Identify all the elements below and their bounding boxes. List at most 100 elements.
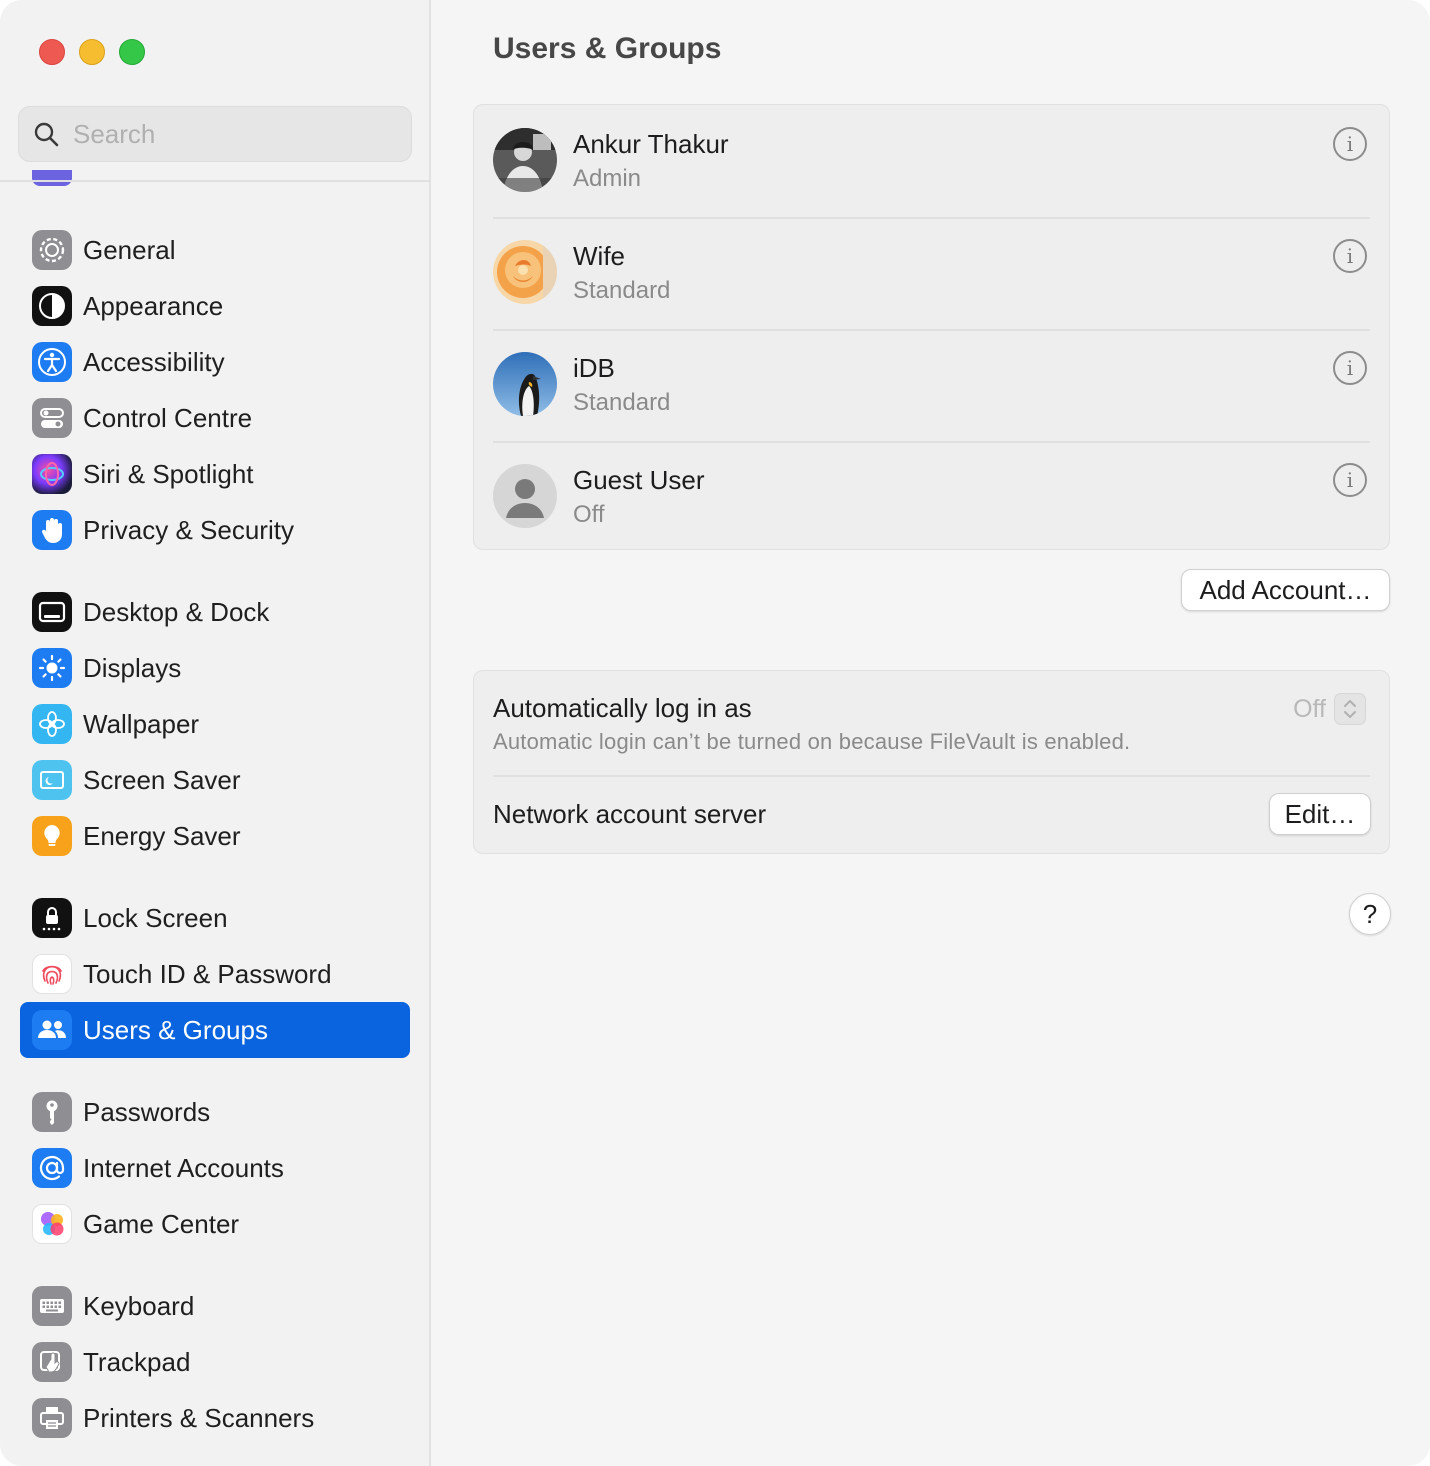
sidebar-item-label: Internet Accounts bbox=[83, 1152, 284, 1183]
sidebar-item-touch-id-password[interactable]: Touch ID & Password bbox=[20, 946, 410, 1002]
printer-icon bbox=[32, 1398, 72, 1438]
add-account-button[interactable]: Add Account… bbox=[1181, 569, 1390, 611]
user-role: Admin bbox=[573, 165, 642, 192]
zoom-button[interactable] bbox=[119, 39, 145, 65]
sidebar-item-label: Displays bbox=[83, 652, 182, 683]
info-icon[interactable]: i bbox=[1333, 351, 1367, 385]
user-role: Off bbox=[573, 501, 605, 528]
sidebar-item-internet-accounts[interactable]: Internet Accounts bbox=[20, 1140, 410, 1196]
search-icon bbox=[34, 122, 59, 147]
user-name: Ankur Thakur bbox=[573, 129, 729, 159]
users-icon bbox=[32, 1010, 72, 1050]
sidebar-item-privacy-security[interactable]: Privacy & Security bbox=[20, 502, 410, 558]
sidebar-group: Lock Screen Touch ID & Password Users & … bbox=[20, 890, 410, 1058]
sidebar-item-label: Trackpad bbox=[83, 1346, 191, 1377]
key-icon bbox=[32, 1092, 72, 1132]
sidebar-item-label: Appearance bbox=[83, 290, 224, 321]
user-name: Wife bbox=[573, 241, 625, 271]
sidebar-item-energy-saver[interactable]: Energy Saver bbox=[20, 808, 410, 864]
dock-icon bbox=[32, 592, 72, 632]
search-input[interactable] bbox=[73, 118, 393, 150]
sidebar-group: Desktop & Dock Displays Wallpaper Screen… bbox=[20, 584, 410, 864]
sidebar-item-passwords[interactable]: Passwords bbox=[20, 1084, 410, 1140]
login-settings: Automatically log in as Automatic login … bbox=[473, 670, 1390, 854]
sidebar-group: Passwords Internet Accounts Game Center bbox=[20, 1084, 410, 1252]
divider bbox=[493, 775, 1370, 777]
sidebar-item-accessibility[interactable]: Accessibility bbox=[20, 334, 410, 390]
siri-icon bbox=[32, 454, 72, 494]
appearance-icon bbox=[32, 286, 72, 326]
traffic-lights bbox=[39, 39, 145, 65]
sidebar-item-appearance[interactable]: Appearance bbox=[20, 278, 410, 334]
bulb-icon bbox=[32, 816, 72, 856]
minimize-button[interactable] bbox=[79, 39, 105, 65]
accessibility-icon bbox=[32, 342, 72, 382]
user-name: Guest User bbox=[573, 465, 705, 495]
sidebar-item-label: Printers & Scanners bbox=[83, 1402, 315, 1433]
sidebar-item-label: Game Center bbox=[83, 1208, 240, 1239]
flower-icon bbox=[32, 704, 72, 744]
sidebar-item-trackpad[interactable]: Trackpad bbox=[20, 1334, 410, 1390]
sidebar-group: General Appearance Accessibility Control… bbox=[20, 222, 410, 558]
sidebar-item-label: Passwords bbox=[83, 1096, 211, 1127]
sidebar-item-users-groups[interactable]: Users & Groups bbox=[20, 1002, 410, 1058]
auto-login-select[interactable]: Off bbox=[1293, 693, 1366, 725]
penguin-avatar bbox=[493, 352, 557, 416]
sidebar-item-general[interactable]: General bbox=[20, 222, 410, 278]
sidebar-item-label: Siri & Spotlight bbox=[83, 458, 254, 489]
auto-login-value: Off bbox=[1293, 694, 1326, 723]
sidebar-item-control-centre[interactable]: Control Centre bbox=[20, 390, 410, 446]
at-icon bbox=[32, 1148, 72, 1188]
sidebar-nav: General Appearance Accessibility Control… bbox=[20, 222, 410, 1466]
sidebar: General Appearance Accessibility bbox=[0, 0, 431, 1466]
sidebar-item-label: Users & Groups bbox=[83, 1014, 268, 1045]
user-row[interactable]: Ankur Thakur Admin i bbox=[474, 105, 1389, 217]
page-title: Users & Groups bbox=[493, 32, 722, 65]
sidebar-item-lock-screen[interactable]: Lock Screen bbox=[20, 890, 410, 946]
trackpad-icon bbox=[32, 1342, 72, 1382]
sidebar-item-game-center[interactable]: Game Center bbox=[20, 1196, 410, 1252]
keyboard-icon bbox=[32, 1286, 72, 1326]
info-icon[interactable]: i bbox=[1333, 463, 1367, 497]
hand-icon bbox=[32, 510, 72, 550]
network-server-label: Network account server bbox=[493, 799, 767, 829]
auto-login-label: Automatically log in as bbox=[493, 693, 752, 723]
rose-avatar bbox=[493, 240, 557, 304]
users-list: Ankur Thakur Admin i Wife Standard i iDB… bbox=[473, 104, 1390, 550]
sidebar-item-label: Privacy & Security bbox=[83, 514, 294, 545]
partially-hidden-icon bbox=[32, 170, 72, 186]
user-name: iDB bbox=[573, 353, 615, 383]
settings-window: General Appearance Accessibility bbox=[0, 0, 1430, 1466]
help-button[interactable]: ? bbox=[1349, 893, 1391, 935]
sidebar-item-siri-spotlight[interactable]: Siri & Spotlight bbox=[20, 446, 410, 502]
user-role: Standard bbox=[573, 389, 671, 416]
sidebar-item-desktop-dock[interactable]: Desktop & Dock bbox=[20, 584, 410, 640]
user-row[interactable]: Wife Standard i bbox=[474, 217, 1389, 329]
sidebar-item-label: Control Centre bbox=[83, 402, 253, 433]
search-divider bbox=[0, 180, 431, 182]
info-icon[interactable]: i bbox=[1333, 127, 1367, 161]
sidebar-item-label: Wallpaper bbox=[83, 708, 200, 739]
sidebar-item-label: Keyboard bbox=[83, 1290, 195, 1321]
edit-network-server-button[interactable]: Edit… bbox=[1269, 793, 1371, 835]
sidebar-item-label: Energy Saver bbox=[83, 820, 241, 851]
info-icon[interactable]: i bbox=[1333, 239, 1367, 273]
lock-icon bbox=[32, 898, 72, 938]
sidebar-item-label: Desktop & Dock bbox=[83, 596, 270, 627]
user-role: Standard bbox=[573, 277, 671, 304]
user-row[interactable]: Guest User Off i bbox=[474, 441, 1389, 553]
sidebar-item-printers-scanners[interactable]: Printers & Scanners bbox=[20, 1390, 410, 1446]
sidebar-item-keyboard[interactable]: Keyboard bbox=[20, 1278, 410, 1334]
control-centre-icon bbox=[32, 398, 72, 438]
sidebar-item-displays[interactable]: Displays bbox=[20, 640, 410, 696]
sidebar-item-wallpaper[interactable]: Wallpaper bbox=[20, 696, 410, 752]
screen-saver-icon bbox=[32, 760, 72, 800]
search-field[interactable] bbox=[18, 106, 412, 162]
close-button[interactable] bbox=[39, 39, 65, 65]
user-row[interactable]: iDB Standard i bbox=[474, 329, 1389, 441]
fingerprint-icon bbox=[32, 954, 72, 994]
sidebar-item-label: General bbox=[83, 234, 176, 265]
game-center-icon bbox=[32, 1204, 72, 1244]
sidebar-item-screen-saver[interactable]: Screen Saver bbox=[20, 752, 410, 808]
sidebar-item-label: Accessibility bbox=[83, 346, 225, 377]
